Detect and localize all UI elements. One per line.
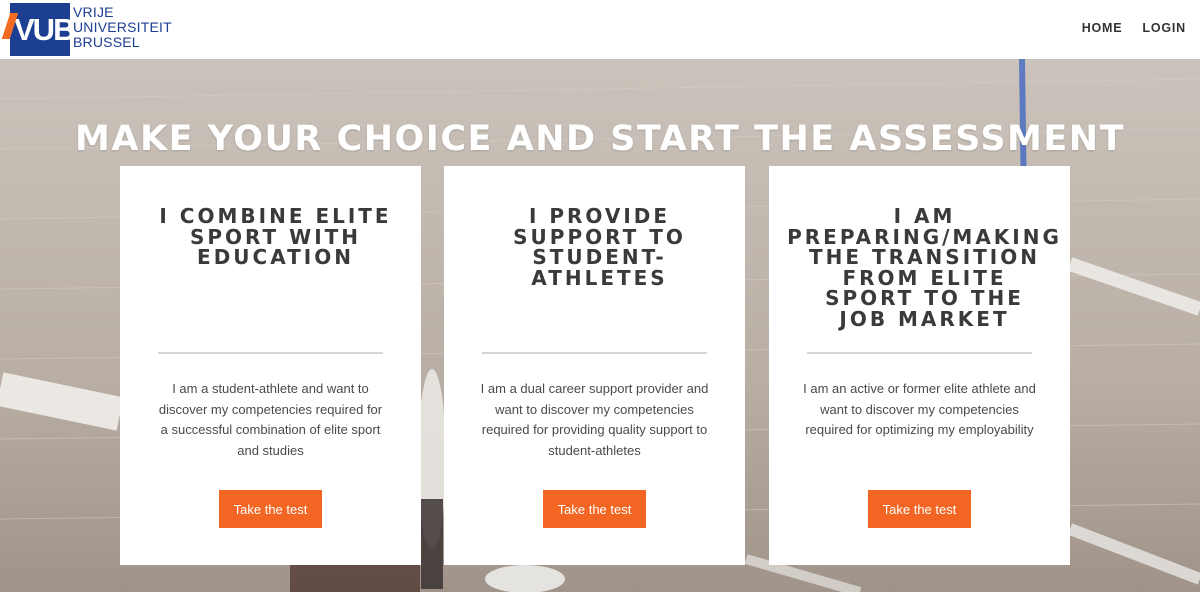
logo-line-3: BRUSSEL xyxy=(73,34,140,50)
card-title: I PROVIDE SUPPORT TO STUDENT- ATHLETES xyxy=(513,204,686,290)
take-test-button-support-provider[interactable]: Take the test xyxy=(543,490,646,528)
card-divider xyxy=(158,352,383,354)
choice-card-transition: I AM PREPARING/MAKING THE TRANSITION FRO… xyxy=(769,166,1070,565)
take-test-button-student-athlete[interactable]: Take the test xyxy=(219,490,322,528)
nav-login-link[interactable]: LOGIN xyxy=(1142,21,1186,35)
card-divider xyxy=(807,352,1032,354)
card-description: I am a student-athlete and want to disco… xyxy=(158,381,383,458)
card-title: I AM PREPARING/MAKING THE TRANSITION FRO… xyxy=(787,204,1062,331)
choice-card-support-provider: I PROVIDE SUPPORT TO STUDENT- ATHLETES I… xyxy=(444,166,745,565)
card-title: I COMBINE ELITE SPORT WITH EDUCATION xyxy=(159,204,392,269)
card-divider xyxy=(482,352,707,354)
site-header: VUB VRIJE UNIVERSITEIT BRUSSEL HOME LOGI… xyxy=(0,0,1200,59)
hero-title: MAKE YOUR CHOICE AND START THE ASSESSMEN… xyxy=(75,119,1125,160)
logo-line-2: UNIVERSITEIT xyxy=(73,19,172,35)
choice-card-student-athlete: I COMBINE ELITE SPORT WITH EDUCATION I a… xyxy=(120,166,421,565)
card-description: I am an active or former elite athlete a… xyxy=(803,381,1036,438)
card-description: I am a dual career support provider and … xyxy=(480,381,709,458)
nav-home-link[interactable]: HOME xyxy=(1082,21,1123,35)
logo-wordmark: VRIJE UNIVERSITEIT BRUSSEL xyxy=(73,5,172,50)
logo-mark-text: VUB xyxy=(14,12,75,47)
logo-mark-box: VUB xyxy=(10,3,75,56)
logo-line-1: VRIJE xyxy=(73,4,114,20)
main-nav: HOME LOGIN xyxy=(1082,21,1186,35)
vub-logo[interactable]: VUB VRIJE UNIVERSITEIT BRUSSEL xyxy=(1,3,176,56)
take-test-button-transition[interactable]: Take the test xyxy=(868,490,971,528)
